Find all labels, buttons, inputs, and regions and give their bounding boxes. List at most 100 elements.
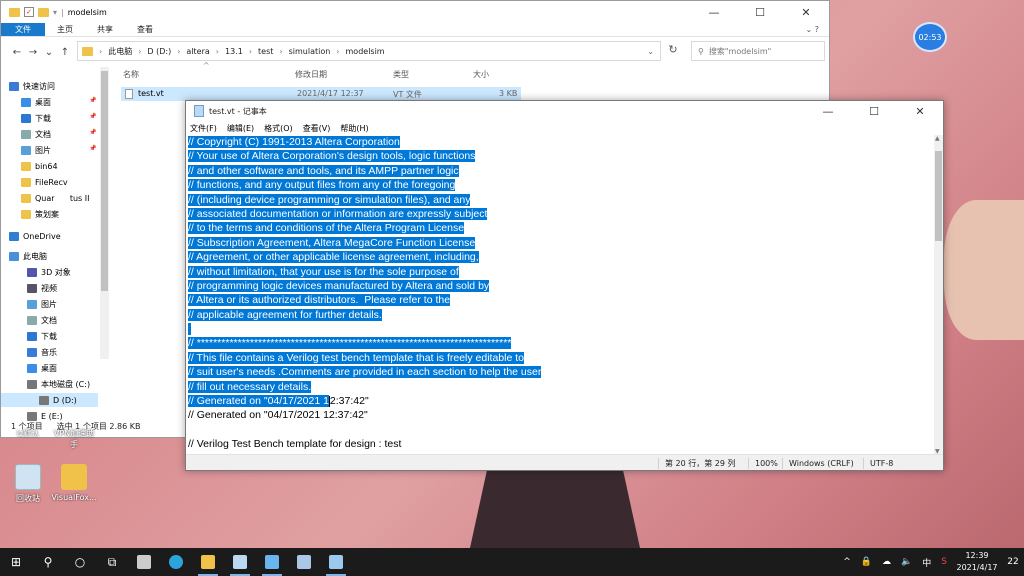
zoom-level: 100% [748,458,778,469]
sidebar-item[interactable]: 此电脑 [9,249,47,263]
tab-share[interactable]: 共享 [85,23,125,36]
sidebar-item[interactable]: 音乐 [27,345,57,359]
breadcrumb-13-1[interactable]: 13.1 [225,47,243,56]
address-dropdown-icon[interactable]: ⌄ [647,47,654,56]
notepad-statusbar: 第 20 行，第 29 列 100% Windows (CRLF) UTF-8 [186,454,943,470]
sidebar-item[interactable]: 桌面 [27,361,57,375]
menu-help[interactable]: 帮助(H) [340,123,368,134]
properties-icon[interactable]: ✓ [24,7,34,17]
tray-security-icon[interactable]: 🔒 [856,557,877,567]
column-type[interactable]: 类型 [393,69,409,80]
drive-icon [39,395,49,405]
close-button[interactable]: ✕ [783,1,829,23]
column-name[interactable]: 名称 [123,69,139,80]
refresh-icon[interactable]: ↻ [664,43,682,59]
address-bar[interactable]: › 此电脑 › D (D:) › altera › 13.1 › test › simul… [77,41,661,61]
column-modified[interactable]: 修改日期 [295,69,327,80]
sidebar-item-label: bin64 [35,161,58,171]
editor-scrollbar[interactable]: ▲ ▼ [934,135,943,455]
sidebar-item[interactable]: 快速访问 [9,79,55,93]
forward-button[interactable]: → [25,47,41,58]
tray-network-icon[interactable]: ☁ [877,557,896,567]
desktop-icon-visualfox[interactable]: VisualFox... [46,464,102,502]
encoding: UTF-8 [863,458,893,469]
menu-edit[interactable]: 编辑(E) [227,123,254,134]
breadcrumb-modelsim[interactable]: modelsim [346,47,385,56]
editor-line: // and other software and tools, and its… [188,164,936,178]
sidebar-item[interactable]: 桌面 [21,95,51,109]
sidebar-item[interactable]: FileRecv [21,175,68,189]
menu-file[interactable]: 文件(F) [190,123,217,134]
taskbar-app-notepad-3[interactable] [320,548,352,576]
qat-dropdown-icon[interactable]: ▾ [53,8,57,17]
tab-file[interactable]: 文件 [1,23,45,36]
clock-date: 2021/4/17 [956,563,998,572]
taskbar-app-edge[interactable] [160,548,192,576]
file-row[interactable]: test.vt 2021/4/17 12:37 VT 文件 3 KB [121,87,521,101]
new-folder-icon[interactable] [38,7,49,17]
breadcrumb-this-pc[interactable]: 此电脑 [108,46,132,57]
start-button[interactable]: ⊞ [0,548,32,576]
tab-view[interactable]: 查看 [125,23,165,36]
music-icon [27,347,37,357]
sidebar-item[interactable]: 文档 [27,313,57,327]
sidebar-item[interactable]: 下载 [27,329,57,343]
notification-center-button[interactable]: 22 [1002,548,1024,576]
sidebar-item[interactable]: 策划案 [21,207,59,221]
tray-volume-icon[interactable]: 🔈 [896,557,917,567]
up-button[interactable]: ↑ [57,47,73,58]
sidebar-item[interactable]: bin64 [21,159,58,173]
notepad-menubar: 文件(F) 编辑(E) 格式(O) 查看(V) 帮助(H) [186,121,943,135]
sidebar-item-label: 桌面 [35,97,51,107]
sidebar-item[interactable]: 下载 [21,111,51,125]
pin-icon: 📌 [89,113,97,120]
cortana-icon[interactable]: ○ [64,548,96,576]
ribbon-expand-icon[interactable]: ⌄ ? [806,23,830,36]
taskbar-app-notepad[interactable] [224,548,256,576]
notepad-close-button[interactable]: ✕ [897,101,943,121]
back-button[interactable]: ← [9,47,25,58]
breadcrumb-simulation[interactable]: simulation [289,47,331,56]
taskbar-clock[interactable]: 12:39 2021/4/17 [952,550,1002,574]
3d-icon [27,267,37,277]
sidebar-item[interactable]: 图片 [21,143,51,157]
file-name: test.vt [138,89,164,98]
search-input[interactable]: ⚲ 搜索"modelsim" [691,41,825,61]
sidebar-item[interactable]: 文档 [21,127,51,141]
text-editor[interactable]: // Copyright (C) 1991-2013 Altera Corpor… [186,135,936,455]
breadcrumb-test[interactable]: test [258,47,273,56]
menu-format[interactable]: 格式(O) [264,123,293,134]
sidebar-item[interactable]: Quar tus II [21,191,89,205]
menu-view[interactable]: 查看(V) [303,123,331,134]
notepad-maximize-button[interactable]: ☐ [851,101,897,121]
task-view-icon[interactable]: ⧉ [96,548,128,576]
sidebar-item[interactable]: 视频 [27,281,57,295]
selected-text [188,323,191,336]
taskbar-app-notepad-2[interactable] [256,548,288,576]
sidebar-item[interactable]: 3D 对象 [27,265,71,279]
breadcrumb-altera[interactable]: altera [186,47,209,56]
taskbar-app-explorer[interactable] [192,548,224,576]
document-icon [21,129,31,139]
sidebar-item[interactable]: 图片 [27,297,57,311]
sidebar-item[interactable]: D (D:) [1,393,98,407]
timer-badge[interactable]: 02:53 [913,22,947,52]
notepad-minimize-button[interactable]: — [805,101,851,121]
breadcrumb-d-drive[interactable]: D (D:) [147,47,171,56]
maximize-button[interactable]: ☐ [737,1,783,23]
sidebar-item[interactable]: 本地磁盘 (C:) [27,377,90,391]
tab-home[interactable]: 主页 [45,23,85,36]
recent-locations-button[interactable]: ⌄ [41,47,57,58]
tray-overflow-icon[interactable]: ^ [838,557,856,567]
search-icon[interactable]: ⚲ [32,548,64,576]
tray-ime-icon[interactable]: 中 [917,556,936,569]
editor-line: // without limitation, that your use is … [188,265,936,279]
ribbon-tabs: 文件 主页 共享 查看 ⌄ ? [1,23,829,37]
taskbar-app-camera[interactable] [128,548,160,576]
minimize-button[interactable]: — [691,1,737,23]
sidebar-scrollbar[interactable] [100,67,109,359]
sidebar-item[interactable]: OneDrive [9,229,61,243]
column-size[interactable]: 大小 [473,69,489,80]
taskbar-app-tool[interactable] [288,548,320,576]
tray-app-icon[interactable]: S [936,557,952,567]
